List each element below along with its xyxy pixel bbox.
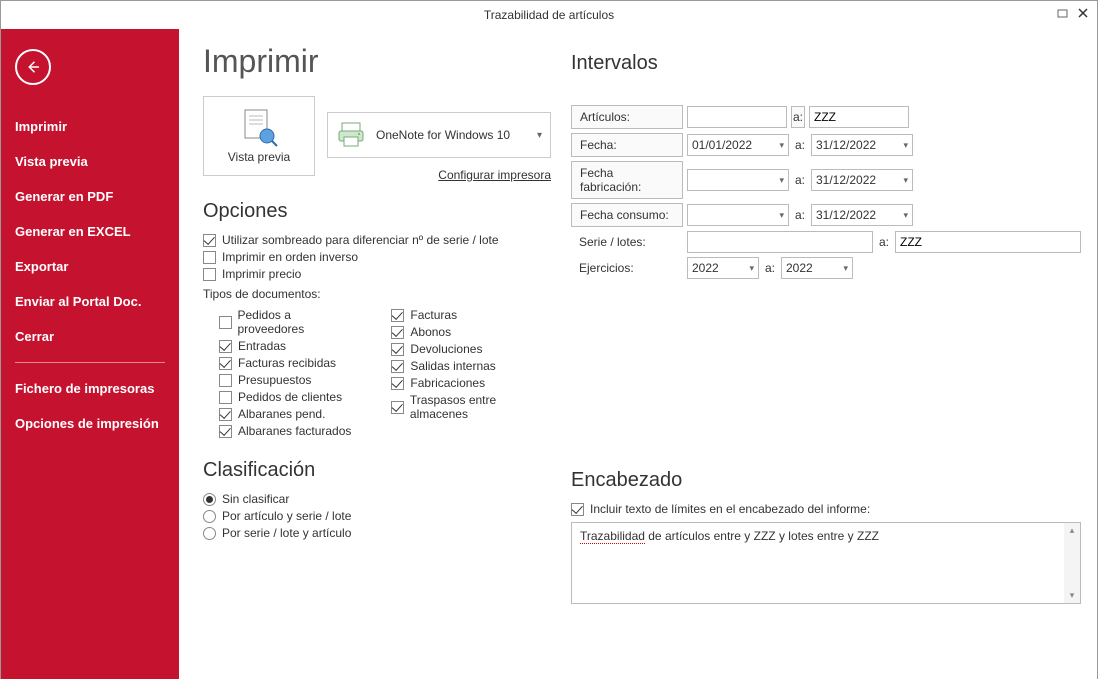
back-button[interactable] (15, 49, 51, 85)
radio-clasificacion-0[interactable]: Sin clasificar (203, 492, 551, 506)
a-label: a: (793, 138, 807, 152)
series-to-input[interactable] (895, 231, 1081, 253)
chk-doc-right-1[interactable]: Abonos (391, 325, 551, 339)
scroll-up-icon: ▴ (1070, 525, 1075, 536)
scrollbar[interactable]: ▴▾ (1064, 523, 1080, 603)
chk-sombreado[interactable]: Utilizar sombreado para diferenciar nº d… (203, 233, 551, 247)
chk-doc-left-5[interactable]: Albaranes pend. (219, 407, 355, 421)
section-encabezado: Encabezado (571, 469, 1081, 492)
cons-from-input[interactable]: ▾ (687, 204, 789, 226)
configurar-impresora-link[interactable]: Configurar impresora (327, 168, 551, 182)
chevron-down-icon: ▾ (898, 175, 908, 186)
chk-incluir-limites[interactable]: Incluir texto de límites en el encabezad… (571, 502, 1081, 516)
a-label: a: (791, 106, 805, 128)
printer-name: OneNote for Windows 10 (376, 128, 510, 142)
chk-imprimir-precio[interactable]: Imprimir precio (203, 267, 551, 281)
a-label: a: (877, 235, 891, 249)
chk-doc-left-2[interactable]: Facturas recibidas (219, 356, 355, 370)
ejercicios-from-select[interactable]: 2022▾ (687, 257, 759, 279)
chk-doc-right-4[interactable]: Fabricaciones (391, 376, 551, 390)
dropdown-icon: ▾ (537, 130, 542, 141)
sidebar-item-cerrar[interactable]: Cerrar (1, 319, 179, 354)
a-label: a: (763, 261, 777, 275)
chevron-down-icon: ▾ (774, 175, 784, 186)
chk-doc-right-0[interactable]: Facturas (391, 308, 551, 322)
chevron-down-icon: ▾ (774, 210, 784, 221)
close-button[interactable] (1073, 3, 1093, 23)
ejercicios-to-select[interactable]: 2022▾ (781, 257, 853, 279)
chk-orden-inverso[interactable]: Imprimir en orden inverso (203, 250, 551, 264)
radio-clasificacion-1[interactable]: Por artículo y serie / lote (203, 509, 551, 523)
chk-doc-right-3[interactable]: Salidas internas (391, 359, 551, 373)
chk-doc-left-3[interactable]: Presupuestos (219, 373, 355, 387)
chevron-down-icon: ▾ (898, 210, 908, 221)
sidebar-item-opciones-impresion[interactable]: Opciones de impresión (1, 406, 179, 441)
main-content: Imprimir Vista previa (179, 29, 1097, 679)
sidebar-item-exportar[interactable]: Exportar (1, 249, 179, 284)
section-clasificacion: Clasificación (203, 459, 551, 482)
articulos-from-input[interactable] (687, 106, 787, 128)
chk-doc-right-5[interactable]: Traspasos entre almacenes (391, 393, 551, 421)
sidebar-item-vista-previa[interactable]: Vista previa (1, 144, 179, 179)
chevron-down-icon: ▾ (774, 140, 784, 151)
chk-doc-left-4[interactable]: Pedidos de clientes (219, 390, 355, 404)
lbl-fecha-fabricacion: Fecha fabricación: (571, 161, 683, 199)
sidebar-item-imprimir[interactable]: Imprimir (1, 109, 179, 144)
fecha-from-input[interactable]: 01/01/2022▾ (687, 134, 789, 156)
tipos-documentos-label: Tipos de documentos: (203, 287, 551, 301)
fecha-to-input[interactable]: 31/12/2022▾ (811, 134, 913, 156)
chevron-down-icon: ▾ (843, 263, 848, 274)
vista-previa-label: Vista previa (228, 150, 290, 164)
section-opciones: Opciones (203, 200, 551, 223)
document-preview-icon (237, 108, 281, 148)
radio-clasificacion-2[interactable]: Por serie / lote y artículo (203, 526, 551, 540)
header-text-rest: de artículos entre y ZZZ y lotes entre y… (645, 529, 879, 543)
a-label: a: (793, 173, 807, 187)
lbl-fecha-consumo: Fecha consumo: (571, 203, 683, 227)
chk-doc-left-0[interactable]: Pedidos a proveedores (219, 308, 355, 336)
lbl-series: Serie / lotes: (571, 231, 683, 253)
window-title: Trazabilidad de artículos (484, 8, 614, 22)
a-label: a: (793, 208, 807, 222)
sidebar: Imprimir Vista previa Generar en PDF Gen… (1, 29, 179, 679)
header-text-prefix: Trazabilidad (580, 529, 645, 544)
articulos-to-input[interactable] (809, 106, 909, 128)
fab-from-input[interactable]: ▾ (687, 169, 789, 191)
printer-icon (336, 121, 366, 149)
scroll-down-icon: ▾ (1070, 590, 1075, 601)
window-controls (1053, 3, 1093, 23)
chk-doc-right-2[interactable]: Devoluciones (391, 342, 551, 356)
chevron-down-icon: ▾ (898, 140, 908, 151)
encabezado-textarea[interactable]: Trazabilidad de artículos entre y ZZZ y … (571, 522, 1081, 604)
cons-to-input[interactable]: 31/12/2022▾ (811, 204, 913, 226)
arrow-left-icon (24, 58, 42, 76)
titlebar: Trazabilidad de artículos (1, 1, 1097, 29)
sidebar-divider (15, 362, 165, 363)
chk-doc-left-6[interactable]: Albaranes facturados (219, 424, 355, 438)
series-from-input[interactable] (687, 231, 873, 253)
chevron-down-icon: ▾ (749, 263, 754, 274)
vista-previa-button[interactable]: Vista previa (203, 96, 315, 176)
chk-doc-left-1[interactable]: Entradas (219, 339, 355, 353)
lbl-articulos: Artículos: (571, 105, 683, 129)
sidebar-item-generar-excel[interactable]: Generar en EXCEL (1, 214, 179, 249)
fab-to-input[interactable]: 31/12/2022▾ (811, 169, 913, 191)
lbl-ejercicios: Ejercicios: (571, 257, 683, 279)
section-intervalos: Intervalos (571, 52, 1081, 75)
printer-select[interactable]: OneNote for Windows 10 ▾ (327, 112, 551, 158)
sidebar-item-enviar-portal[interactable]: Enviar al Portal Doc. (1, 284, 179, 319)
sidebar-item-generar-pdf[interactable]: Generar en PDF (1, 179, 179, 214)
maximize-button[interactable] (1053, 3, 1073, 23)
sidebar-item-fichero-impresoras[interactable]: Fichero de impresoras (1, 371, 179, 406)
lbl-fecha: Fecha: (571, 133, 683, 157)
